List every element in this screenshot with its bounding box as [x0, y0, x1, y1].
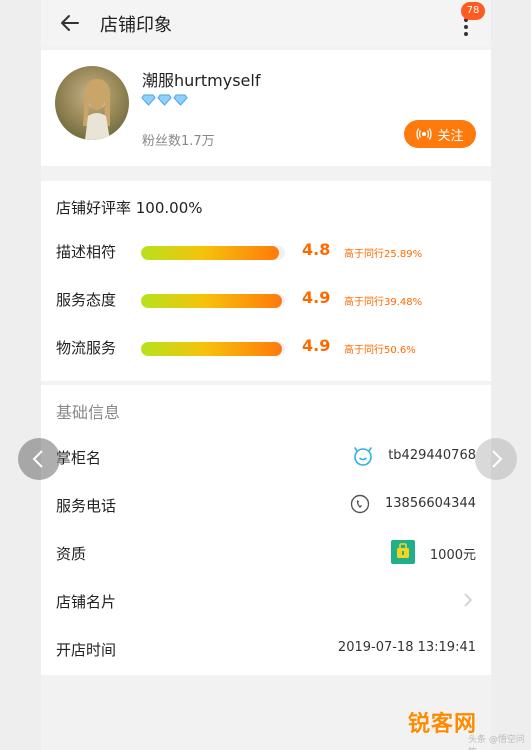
info-label: 服务电话 — [56, 497, 117, 515]
info-row-shopkeeper[interactable]: 掌柜名 tb429440768 — [41, 437, 491, 477]
more-icon-dot — [464, 32, 468, 36]
rating-bar — [141, 246, 285, 260]
broadcast-icon — [416, 128, 433, 140]
page-title: 店铺印象 — [100, 15, 172, 36]
follow-button[interactable]: 关注 — [404, 120, 476, 148]
rating-bar-fill — [141, 294, 283, 308]
rating-compare: 高于同行25.89% — [344, 249, 423, 260]
service-phone: 13856604344 — [385, 496, 476, 511]
basic-info-card: 基础信息 掌柜名 tb429440768 服务电话 13856604344 资质 — [41, 385, 491, 675]
back-button[interactable] — [57, 10, 83, 36]
chevron-right-icon — [492, 450, 503, 468]
avatar-portrait-image — [83, 78, 111, 140]
rating-label: 物流服务 — [56, 339, 117, 357]
chevron-right-icon — [464, 593, 473, 607]
rating-bar-fill — [141, 342, 283, 356]
diamond-icon — [157, 94, 172, 106]
watermark-caption: 头条 @悟空问答 — [468, 735, 525, 750]
shop-impression-page: 店铺印象 78 潮服hurtmyself 粉丝数1.7万 关注 店铺好评率 10… — [41, 0, 491, 750]
info-row-open-time: 开店时间 2019-07-18 13:19:41 — [41, 629, 491, 669]
right-margin — [490, 0, 531, 750]
info-row-qualification[interactable]: 资质 1000元 — [41, 533, 491, 573]
rating-compare: 高于同行50.6% — [344, 345, 416, 356]
rating-row-description: 描述相符 4.8 高于同行25.89% — [41, 237, 491, 265]
info-label: 掌柜名 — [56, 449, 102, 467]
chevron-left-icon — [32, 450, 43, 468]
diamond-icon — [141, 94, 156, 106]
wangwang-icon — [354, 447, 372, 466]
rating-row-service: 服务态度 4.9 高于同行39.48% — [41, 285, 491, 313]
info-label: 店铺名片 — [56, 593, 117, 611]
rating-bar-fill — [141, 246, 280, 260]
section-title: 基础信息 — [56, 403, 121, 422]
rating-compare: 高于同行39.48% — [344, 297, 423, 308]
rating-label: 服务态度 — [56, 291, 117, 309]
previous-image-button[interactable] — [18, 438, 60, 480]
shop-avatar[interactable] — [55, 66, 129, 140]
rating-card: 店铺好评率 100.00% 描述相符 4.8 高于同行25.89% 服务态度 4… — [41, 181, 491, 381]
app-header: 店铺印象 78 — [41, 0, 491, 46]
positive-rate: 店铺好评率 100.00% — [56, 199, 203, 217]
shop-name: 潮服hurtmyself — [142, 71, 261, 90]
fans-count: 粉丝数1.7万 — [142, 134, 215, 149]
deposit-amount: 1000元 — [429, 548, 476, 563]
watermark-logo: 锐客网 — [408, 712, 478, 737]
info-row-phone[interactable]: 服务电话 13856604344 — [41, 485, 491, 525]
watermark: 锐客网 头条 @悟空问答 — [408, 704, 528, 750]
left-margin — [0, 0, 41, 750]
diamond-icon — [173, 94, 188, 106]
rating-bar — [141, 294, 285, 308]
rating-score: 4.8 — [302, 240, 331, 259]
shop-profile-card: 潮服hurtmyself 粉丝数1.7万 关注 — [41, 50, 491, 166]
shopkeeper-name: tb429440768 — [388, 448, 476, 463]
deposit-icon — [391, 540, 415, 564]
arrow-left-icon — [61, 15, 79, 31]
notification-badge: 78 — [461, 2, 485, 20]
rating-score: 4.9 — [302, 336, 331, 355]
more-icon-dot — [464, 25, 468, 29]
phone-icon — [350, 494, 370, 514]
open-time: 2019-07-18 13:19:41 — [337, 640, 476, 655]
info-row-shop-card[interactable]: 店铺名片 — [41, 581, 491, 621]
seller-level-diamonds — [141, 94, 188, 106]
info-label: 开店时间 — [56, 641, 117, 659]
info-label: 资质 — [56, 545, 87, 563]
rating-row-logistics: 物流服务 4.9 高于同行50.6% — [41, 333, 491, 361]
next-image-button[interactable] — [475, 438, 517, 480]
rating-score: 4.9 — [302, 288, 331, 307]
rating-bar — [141, 342, 285, 356]
rating-label: 描述相符 — [56, 243, 117, 261]
follow-label: 关注 — [437, 128, 464, 144]
